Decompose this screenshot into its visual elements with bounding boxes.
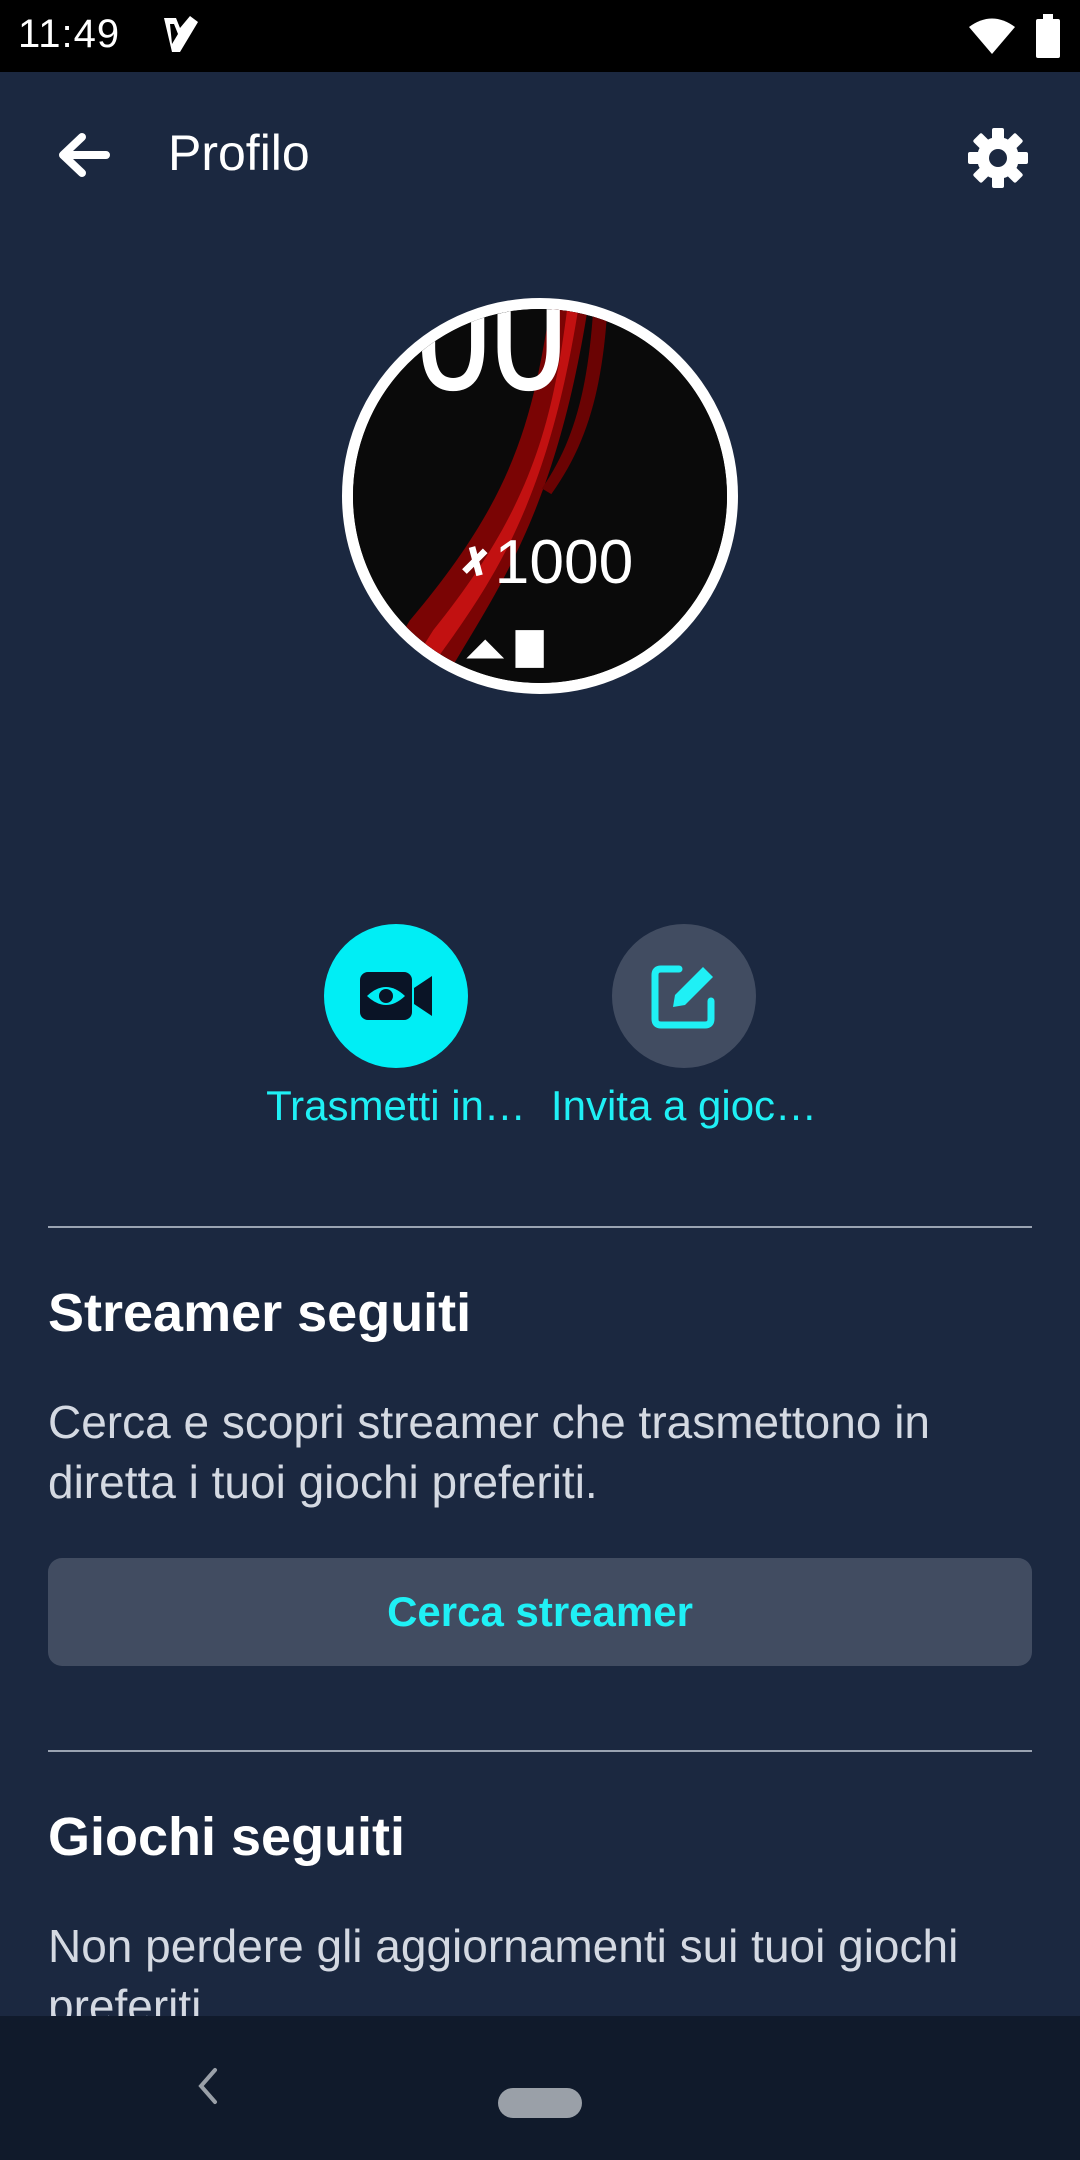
divider [48,1226,1032,1228]
games-section-title: Giochi seguiti [48,1807,406,1867]
broadcast-action[interactable]: Trasmetti in… [256,924,536,1130]
invite-action[interactable]: Invita a gioc… [544,924,824,1130]
broadcast-button[interactable] [324,924,468,1068]
back-button[interactable] [40,112,126,198]
status-time: 11:49 [18,12,121,56]
gear-icon [968,128,1028,188]
battery-icon [1036,14,1060,58]
streamers-section-title: Streamer seguiti [48,1283,472,1343]
avatar-image: 1000 [353,309,727,683]
wifi-icon [969,18,1015,54]
nav-back-button[interactable] [180,2054,236,2118]
streamers-section-description: Cerca e scopri streamer che trasmettono … [48,1396,931,1508]
search-streamer-button[interactable]: Cerca streamer [48,1558,1032,1666]
nav-home-pill[interactable] [498,2088,582,2118]
invite-label: Invita a gioc… [550,1082,818,1129]
profile-screen: 11:49 Profilo 1000 Trasmetti in… Invita … [0,0,1080,2160]
notification-icon [164,16,198,52]
profile-avatar[interactable]: 1000 [342,298,738,694]
avatar-image-text: 1000 [495,528,634,597]
system-nav-bar [0,2016,1080,2160]
page-title: Profilo [168,125,310,181]
video-camera-eye-icon [360,972,432,1020]
invite-button[interactable] [612,924,756,1068]
edit-icon [651,965,715,1029]
divider [48,1750,1032,1752]
broadcast-label: Trasmetti in… [266,1082,526,1129]
arrow-left-icon [59,133,110,177]
settings-button[interactable] [950,110,1046,206]
app-bar: Profilo [0,72,1080,228]
status-bar: 11:49 [0,0,1080,72]
chevron-left-icon [198,2068,217,2104]
